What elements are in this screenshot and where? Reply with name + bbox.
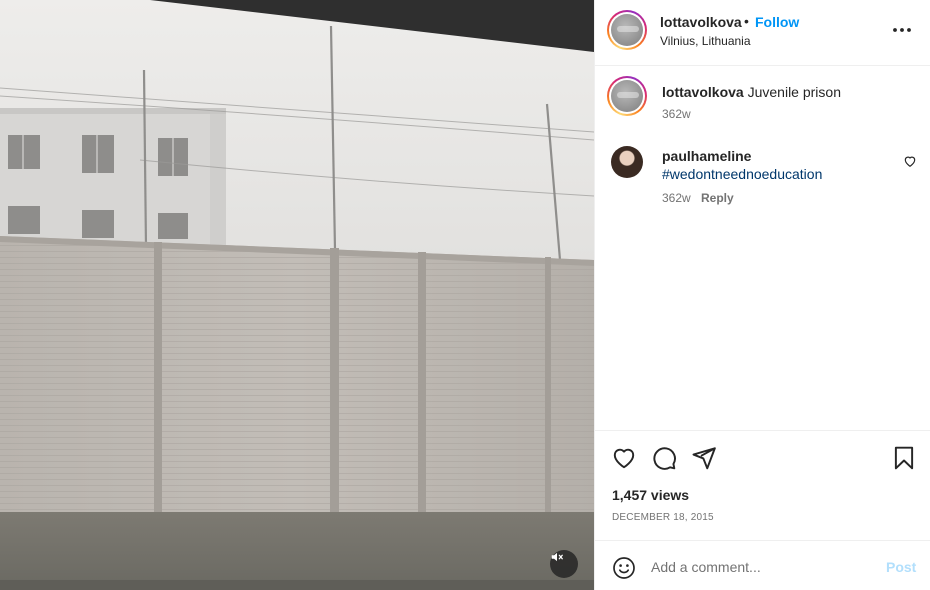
caption-username[interactable]: lottavolkova	[662, 84, 744, 100]
commenter-username[interactable]: paulhameline	[662, 148, 751, 164]
post-location[interactable]: Vilnius, Lithuania	[660, 34, 751, 48]
save-bookmark-icon[interactable]	[891, 445, 917, 471]
comment-input[interactable]	[651, 555, 871, 579]
mute-toggle-button[interactable]	[550, 550, 578, 578]
comment-item: paulhameline #wedontneednoeducation 362w…	[595, 140, 930, 210]
post-date[interactable]: DECEMBER 18, 2015	[612, 512, 714, 523]
share-paper-plane-icon[interactable]	[691, 445, 717, 471]
post-header: lottavolkova • Follow Vilnius, Lithuania	[595, 0, 930, 66]
add-comment-bar: Post	[595, 540, 930, 590]
view-count[interactable]: 1,457 views	[612, 487, 689, 503]
comment-hashtag-link[interactable]: #wedontneednoeducation	[662, 166, 822, 182]
commenter-avatar[interactable]	[611, 146, 643, 178]
follow-button[interactable]: Follow	[755, 14, 799, 30]
post-side-panel: lottavolkova • Follow Vilnius, Lithuania…	[594, 0, 930, 590]
post-actions: 1,457 views DECEMBER 18, 2015	[595, 430, 930, 540]
comment-bubble-icon[interactable]	[651, 445, 677, 471]
comment-like-heart-icon[interactable]	[903, 154, 917, 168]
video-frame	[0, 0, 594, 590]
post-media[interactable]	[0, 0, 594, 590]
header-separator: •	[744, 13, 749, 29]
author-avatar[interactable]	[607, 10, 647, 50]
caption-body: Juvenile prison	[747, 84, 841, 100]
caption-text-line: lottavolkova Juvenile prison	[662, 83, 912, 101]
caption-timestamp[interactable]: 362w	[662, 107, 691, 121]
author-username[interactable]: lottavolkova	[660, 14, 742, 30]
more-options-icon[interactable]	[889, 20, 915, 40]
post-comment-button[interactable]: Post	[886, 559, 916, 575]
comment-timestamp[interactable]: 362w	[662, 191, 691, 205]
caption-avatar[interactable]	[607, 76, 647, 116]
like-heart-icon[interactable]	[611, 445, 637, 471]
emoji-smile-icon[interactable]	[612, 556, 636, 580]
comment-reply-button[interactable]: Reply	[701, 191, 734, 205]
